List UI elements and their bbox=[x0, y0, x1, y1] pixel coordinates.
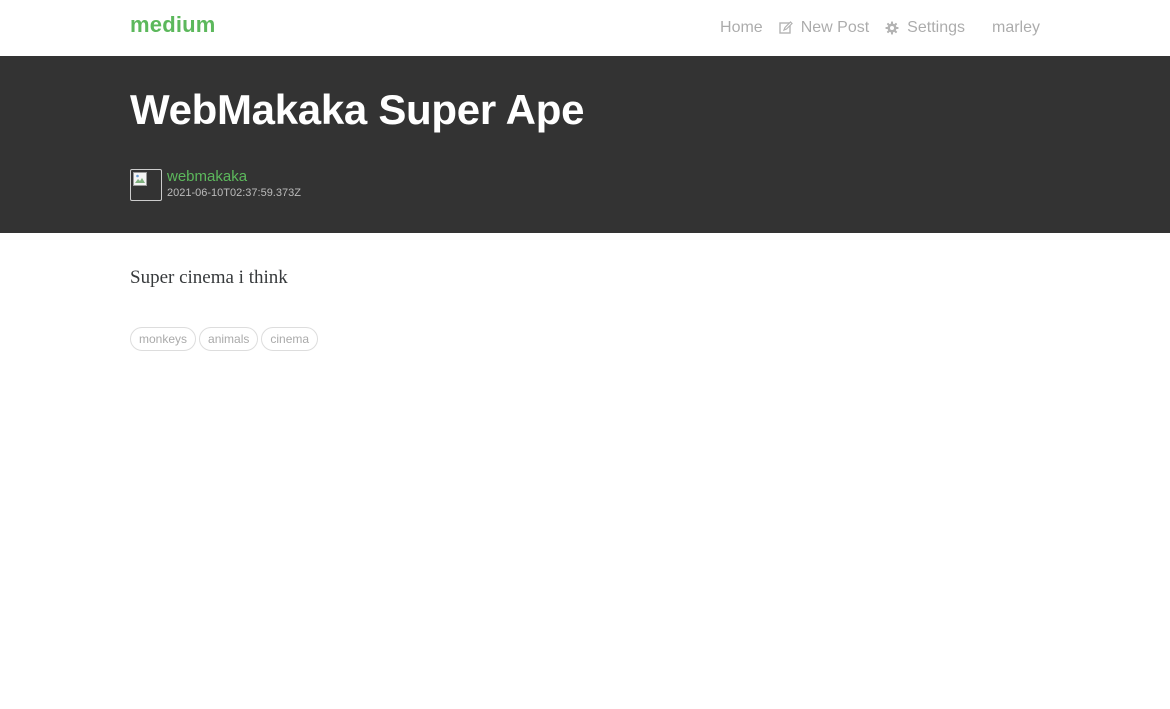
navbar-container: medium Home New Post Settings marley bbox=[130, 0, 1040, 56]
nav-settings-link[interactable]: Settings bbox=[885, 19, 965, 37]
broken-image-icon bbox=[133, 172, 147, 186]
gear-icon bbox=[885, 21, 899, 35]
tag-pill[interactable]: cinema bbox=[261, 327, 319, 351]
article-meta: webmakaka 2021-06-10T02:37:59.373Z bbox=[130, 169, 301, 201]
tag-pill[interactable]: animals bbox=[199, 327, 259, 351]
nav-new-post-link[interactable]: New Post bbox=[779, 19, 869, 37]
brand-logo[interactable]: medium bbox=[130, 12, 216, 38]
article-body: Super cinema i think bbox=[130, 267, 288, 288]
article-date: 2021-06-10T02:37:59.373Z bbox=[167, 187, 301, 199]
nav-user-link[interactable]: marley bbox=[992, 19, 1040, 37]
navbar: medium Home New Post Settings marley bbox=[0, 0, 1170, 56]
tag-list: monkeys animals cinema bbox=[130, 327, 321, 351]
banner-container: WebMakaka Super Ape webmakaka 2021-06-10… bbox=[130, 56, 1040, 233]
article-banner: WebMakaka Super Ape webmakaka 2021-06-10… bbox=[0, 56, 1170, 233]
tag-pill[interactable]: monkeys bbox=[130, 327, 197, 351]
article-title: WebMakaka Super Ape bbox=[130, 86, 585, 133]
nav-new-post-label: New Post bbox=[800, 19, 870, 36]
nav-user-label: marley bbox=[991, 19, 1040, 36]
author-avatar[interactable] bbox=[130, 169, 162, 201]
author-link[interactable]: webmakaka bbox=[167, 169, 301, 185]
meta-info: webmakaka 2021-06-10T02:37:59.373Z bbox=[167, 169, 301, 200]
nav-links: Home New Post Settings marley bbox=[704, 0, 1040, 56]
edit-icon bbox=[779, 21, 793, 35]
nav-home-label: Home bbox=[720, 19, 763, 36]
nav-home-link[interactable]: Home bbox=[720, 19, 763, 37]
nav-settings-label: Settings bbox=[907, 19, 965, 36]
